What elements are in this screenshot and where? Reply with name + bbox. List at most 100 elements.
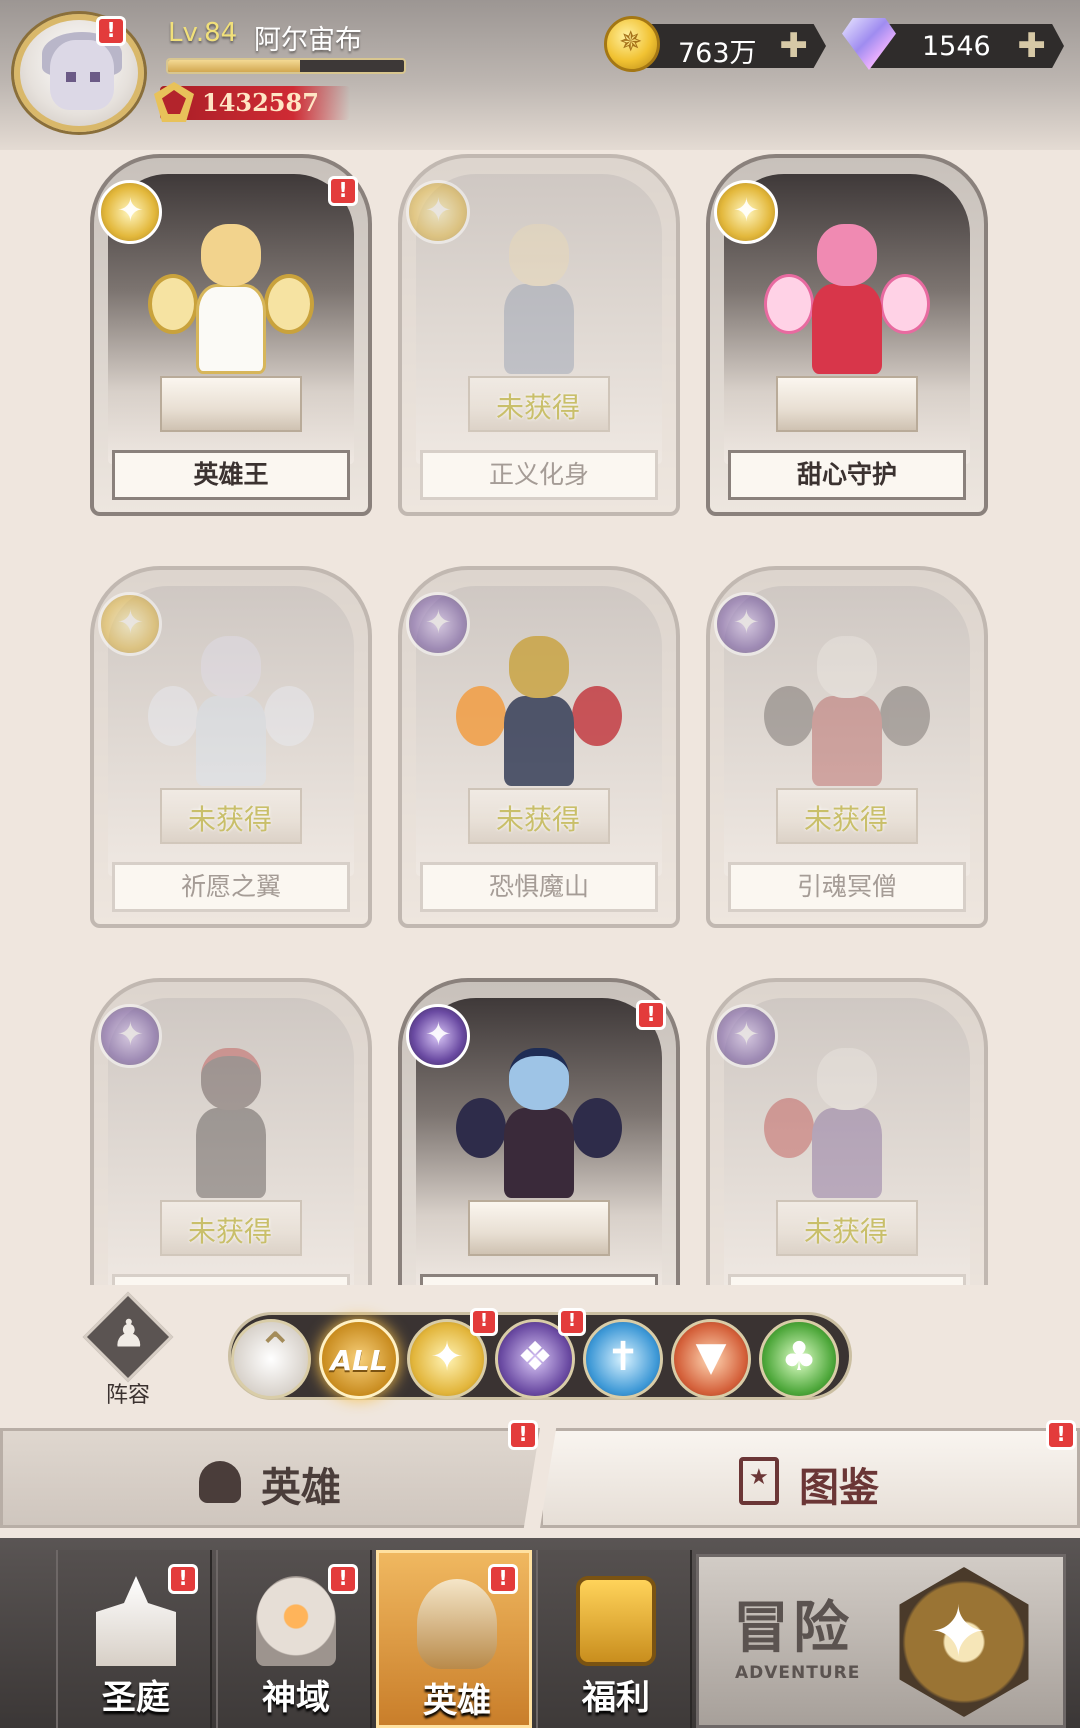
hero-name: 正义化身 bbox=[420, 450, 658, 500]
unobtained-label: 未获得 bbox=[495, 391, 580, 424]
codex-book-icon bbox=[739, 1457, 779, 1505]
gold-value: 763万 bbox=[678, 38, 757, 69]
hero-name: 甜心守护 bbox=[728, 450, 966, 500]
hero-name bbox=[112, 1274, 350, 1285]
unobtained-label: 未获得 bbox=[187, 1215, 272, 1248]
hero-card[interactable]: 未获得 正义化身 bbox=[398, 154, 680, 516]
horned-helmet-icon bbox=[417, 1579, 497, 1669]
hero-sprite bbox=[456, 1038, 622, 1228]
filter-all-label: ALL bbox=[330, 1344, 388, 1377]
adventure-title: 冒险 bbox=[733, 1596, 853, 1661]
light-faction-icon bbox=[98, 592, 162, 656]
treasure-chest-icon bbox=[576, 1576, 656, 1666]
power-crest-icon bbox=[154, 82, 194, 122]
light-faction-icon bbox=[406, 180, 470, 244]
exp-bar bbox=[166, 58, 406, 74]
hero-name bbox=[728, 1274, 966, 1285]
nav-welfare[interactable]: 福利 bbox=[536, 1550, 692, 1728]
dark-faction-icon bbox=[714, 592, 778, 656]
tab-heroes[interactable]: 英雄 bbox=[0, 1428, 540, 1528]
gold-coin-icon bbox=[604, 16, 660, 72]
tab-codex[interactable]: 图鉴 bbox=[540, 1428, 1080, 1528]
hero-name bbox=[420, 1274, 658, 1285]
gem-value: 1546 bbox=[922, 31, 991, 62]
helmet-icon bbox=[199, 1461, 241, 1503]
filter-beast-button[interactable]: ▼ bbox=[671, 1319, 751, 1399]
player-name: 阿尔宙布 bbox=[254, 25, 362, 56]
add-gem-button[interactable]: ✚ bbox=[1018, 26, 1047, 66]
hero-name: 英雄王 bbox=[112, 450, 350, 500]
cross-icon: ✝ bbox=[606, 1334, 640, 1380]
hero-card[interactable]: 甜心守护 bbox=[706, 154, 988, 516]
hero-sprite bbox=[764, 1038, 922, 1228]
unobtained-label: 未获得 bbox=[495, 803, 580, 836]
hero-sprite bbox=[464, 214, 614, 404]
filter-all-button[interactable]: ALL bbox=[319, 1319, 399, 1399]
hero-name: 祈愿之翼 bbox=[112, 862, 350, 912]
hero-card[interactable]: 未获得 祈愿之翼 bbox=[90, 566, 372, 928]
hero-sprite bbox=[148, 626, 314, 816]
combat-power: 1432587 bbox=[154, 82, 350, 122]
hero-sprite bbox=[764, 626, 930, 816]
avatar-eye bbox=[90, 72, 100, 82]
filter-nature-button[interactable]: ♣ bbox=[759, 1319, 839, 1399]
nav-court-label: 圣庭 bbox=[102, 1678, 170, 1718]
nav-heroes-alert-badge: ! bbox=[488, 1564, 518, 1594]
light-faction-icon bbox=[98, 180, 162, 244]
hero-card[interactable]: 未获得 bbox=[90, 978, 372, 1285]
hero-sprite bbox=[764, 214, 930, 404]
lineup-button[interactable]: 阵容 bbox=[82, 1291, 174, 1408]
player-level: Lv.84 bbox=[168, 18, 238, 48]
unobtained-label: 未获得 bbox=[187, 803, 272, 836]
hero-card[interactable]: 未获得 恐惧魔山 bbox=[398, 566, 680, 928]
avatar-eye bbox=[66, 72, 76, 82]
pawn-icon bbox=[82, 1291, 174, 1383]
filter-dark-alert-badge: ! bbox=[558, 1308, 586, 1336]
nav-court-alert-badge: ! bbox=[168, 1564, 198, 1594]
avatar-face bbox=[50, 40, 114, 110]
unobtained-label: 未获得 bbox=[803, 1215, 888, 1248]
card-alert-badge: ! bbox=[328, 176, 358, 206]
add-gold-button[interactable]: ✚ bbox=[780, 26, 809, 66]
hero-grid: ! 英雄王 未获得 正义化身 甜心守护 bbox=[0, 150, 1080, 1285]
tab-codex-label: 图鉴 bbox=[799, 1465, 879, 1511]
dark-faction-icon bbox=[406, 1004, 470, 1068]
castle-icon bbox=[96, 1576, 176, 1666]
hero-name: 引魂冥僧 bbox=[728, 862, 966, 912]
dark-faction-icon bbox=[714, 1004, 778, 1068]
nav-heroes-label: 英雄 bbox=[423, 1681, 491, 1721]
combat-power-value: 1432587 bbox=[202, 88, 319, 117]
card-alert-badge: ! bbox=[636, 1000, 666, 1030]
exp-bar-fill bbox=[168, 60, 301, 72]
nav-realm-alert-badge: ! bbox=[328, 1564, 358, 1594]
unobtained-label: 未获得 bbox=[803, 803, 888, 836]
collapse-filter-button[interactable] bbox=[231, 1319, 311, 1399]
hero-sprite bbox=[156, 1038, 306, 1228]
dark-faction-icon bbox=[406, 592, 470, 656]
tab-heroes-label: 英雄 bbox=[261, 1465, 341, 1511]
nav-welfare-label: 福利 bbox=[582, 1678, 650, 1718]
dark-faction-icon bbox=[98, 1004, 162, 1068]
hero-sprite bbox=[148, 214, 314, 404]
avatar-alert-badge: ! bbox=[96, 16, 126, 46]
dark-faction-icon: ❖ bbox=[517, 1334, 553, 1380]
compass-emblem-icon bbox=[899, 1567, 1029, 1717]
hero-card[interactable]: ! bbox=[398, 978, 680, 1285]
tree-icon: ♣ bbox=[781, 1334, 817, 1380]
top-bar: ! Lv.84 阿尔宙布 1432587 763万 ✚ 1546 ✚ bbox=[0, 0, 1080, 150]
crystal-gate-icon bbox=[256, 1576, 336, 1666]
faction-filter-bar: ALL ✦ ❖ ✝ ▼ ♣ bbox=[228, 1312, 852, 1400]
hero-card[interactable]: 未获得 引魂冥僧 bbox=[706, 566, 988, 928]
nav-realm-label: 神域 bbox=[262, 1678, 330, 1718]
filter-holy-button[interactable]: ✝ bbox=[583, 1319, 663, 1399]
wolf-icon: ▼ bbox=[695, 1334, 727, 1380]
light-faction-icon: ✦ bbox=[430, 1334, 464, 1380]
lineup-label: 阵容 bbox=[105, 1383, 150, 1408]
hero-name: 恐惧魔山 bbox=[420, 862, 658, 912]
hero-card[interactable]: 未获得 bbox=[706, 978, 988, 1285]
hero-sprite bbox=[456, 626, 622, 816]
nav-adventure[interactable]: 冒险 ADVENTURE bbox=[696, 1554, 1066, 1728]
tab-heroes-alert-badge: ! bbox=[508, 1420, 538, 1450]
bottom-nav: 圣庭 神域 英雄 福利 冒险 ADVENTURE bbox=[0, 1538, 1080, 1728]
hero-card[interactable]: ! 英雄王 bbox=[90, 154, 372, 516]
